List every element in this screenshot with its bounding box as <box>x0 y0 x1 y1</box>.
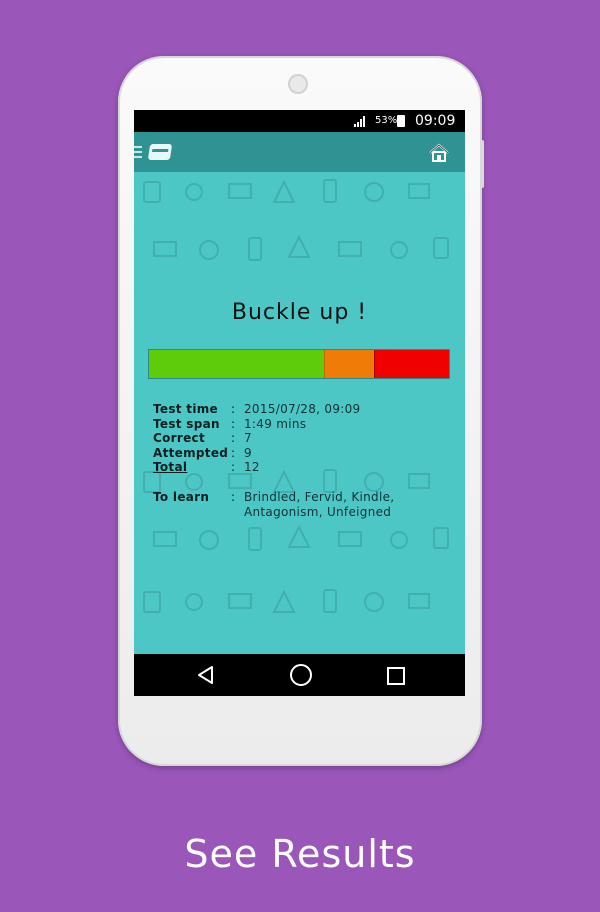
battery-icon <box>397 115 405 127</box>
stats-list: Test time : 2015/07/28, 09:09 Test span … <box>153 402 453 475</box>
promo-caption: See Results <box>184 832 416 876</box>
score-bar-remaining <box>374 350 449 378</box>
to-learn-words: Brindled, Fervid, Kindle, Antagonism, Un… <box>244 490 395 519</box>
to-learn-colon: : <box>231 490 236 504</box>
stat-row: Attempted : 9 <box>153 446 453 461</box>
clock: 09:09 <box>415 113 456 129</box>
score-bar <box>148 349 450 379</box>
volume-button <box>480 140 484 188</box>
stat-colon: : <box>231 402 236 416</box>
stat-colon: : <box>231 416 236 431</box>
back-triangle-icon[interactable] <box>196 665 216 685</box>
signal-icon <box>354 116 365 127</box>
status-bar: 53% 09:09 <box>134 110 465 132</box>
stat-label: Attempted <box>153 445 229 460</box>
stat-label: Correct <box>153 431 205 446</box>
app-bar <box>134 132 465 172</box>
recent-square-icon[interactable] <box>387 667 405 685</box>
stat-colon: : <box>231 431 236 446</box>
stat-value: 2015/07/28, 09:09 <box>244 402 361 416</box>
battery-percent: 53% <box>375 115 398 126</box>
stat-row: Correct : 7 <box>153 431 453 446</box>
phone-screen: 53% 09:09 Buckle up ! Test time: 2015/0… <box>134 110 465 696</box>
card-icon <box>147 144 173 160</box>
to-learn-label: To learn <box>153 490 210 504</box>
stat-label: Test span <box>153 416 220 431</box>
score-bar-attempted <box>324 350 374 378</box>
stat-row: Test time : 2015/07/28, 09:09 <box>153 402 453 417</box>
stat-colon: : <box>231 445 236 460</box>
hamburger-icon[interactable] <box>134 146 142 161</box>
stat-label: Test time <box>153 402 218 416</box>
home-circle-icon[interactable] <box>290 664 312 686</box>
earpiece-speaker <box>288 74 308 94</box>
stat-label-total[interactable]: Total <box>153 460 187 474</box>
stat-colon: : <box>231 460 236 475</box>
nav-bar <box>134 654 465 696</box>
score-bar-correct <box>149 350 324 378</box>
result-headline: Buckle up ! <box>231 300 368 325</box>
home-icon[interactable] <box>428 142 450 164</box>
stat-value: 12 <box>244 460 260 475</box>
stat-value: 7 <box>244 431 252 446</box>
stat-value: 9 <box>244 445 252 460</box>
stat-row: Total : 12 <box>153 460 453 475</box>
stat-value: 1:49 mins <box>244 416 307 431</box>
stat-row: Test span : 1:49 mins <box>153 417 453 432</box>
